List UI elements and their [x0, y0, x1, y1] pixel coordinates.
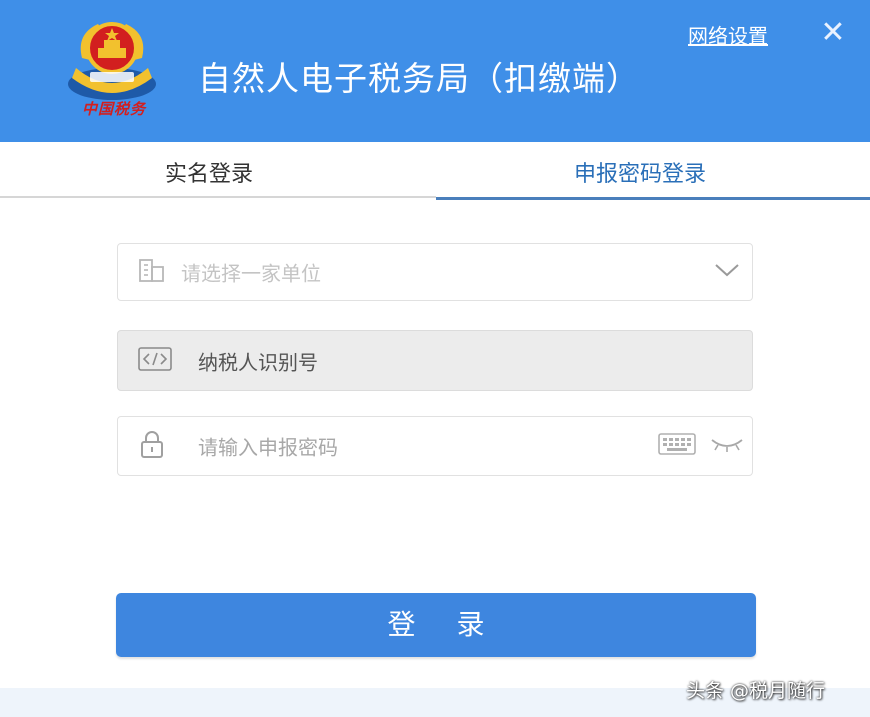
- chevron-down-icon[interactable]: [714, 262, 740, 282]
- password-placeholder: 请输入申报密码: [198, 435, 338, 460]
- login-button[interactable]: 登 录: [116, 593, 756, 657]
- code-icon: [138, 346, 172, 375]
- password-field[interactable]: 请输入申报密码: [117, 416, 753, 476]
- eye-closed-icon[interactable]: [710, 435, 744, 457]
- company-select[interactable]: 请选择一家单位: [117, 243, 753, 301]
- keyboard-icon[interactable]: [658, 433, 696, 459]
- taxpayer-id-value: 纳税人识别号: [198, 350, 318, 374]
- lock-icon: [138, 429, 166, 463]
- tab-divider: [0, 196, 436, 198]
- taxpayer-id-field[interactable]: 纳税人识别号: [117, 330, 753, 391]
- logo-text: 中国税务: [81, 100, 146, 118]
- watermark-text: 头条 @税月随行: [686, 680, 826, 702]
- title-bar: 中国税务 自然人电子税务局（扣缴端） 网络设置 ✕: [0, 0, 870, 142]
- close-button[interactable]: ✕: [818, 18, 848, 48]
- active-tab-underline: [436, 197, 870, 200]
- app-title: 自然人电子税务局（扣缴端）: [198, 59, 640, 98]
- close-icon: ✕: [820, 15, 846, 50]
- login-tabs: 实名登录 申报密码登录: [0, 142, 870, 202]
- building-icon: [138, 257, 166, 287]
- login-button-label: 登 录: [387, 608, 501, 641]
- company-placeholder: 请选择一家单位: [181, 261, 321, 286]
- tab-realname-login[interactable]: 实名登录: [165, 156, 253, 188]
- tab-password-login[interactable]: 申报密码登录: [574, 156, 706, 188]
- network-settings-link[interactable]: 网络设置: [688, 20, 768, 49]
